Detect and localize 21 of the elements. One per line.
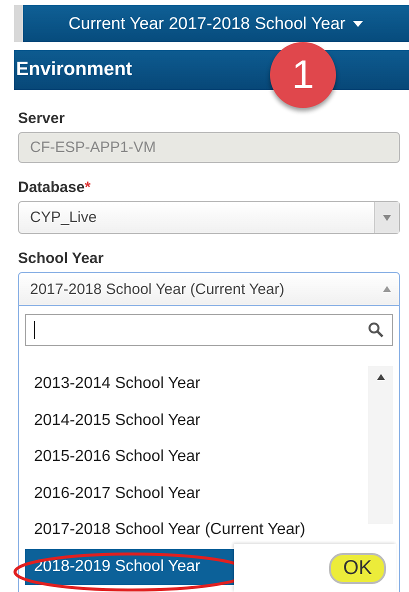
school-year-menu-button[interactable]: Current Year 2017-2018 School Year [23,5,409,42]
dropdown-option[interactable]: 2014-2015 School Year [25,402,368,439]
search-icon [368,322,384,338]
caret-icon [353,20,364,26]
field-label: Server [18,110,66,127]
ok-button[interactable]: OK [329,552,386,584]
scrollbar[interactable] [368,366,393,524]
up-arrow-icon [383,286,391,292]
dropdown-option[interactable]: 2013-2014 School Year [25,366,368,402]
step-badge: 1 [270,42,336,108]
up-arrow-icon [376,374,384,380]
dropdown-option[interactable]: 2015-2016 School Year [25,439,368,476]
field-label: School Year [18,250,105,267]
dropdown-option[interactable]: 2017-2018 School Year (Current Year) [25,512,368,548]
select-field[interactable]: 2017-2018 School Year (Current Year) [18,272,400,306]
dropdown-option[interactable]: 2016-2017 School Year [25,476,368,512]
select-field[interactable]: CYP_Live [18,201,400,234]
search-field[interactable] [25,314,393,346]
field-label: Database* [18,179,92,196]
down-arrow-icon [383,214,391,220]
menu-bar-edge [14,5,23,42]
